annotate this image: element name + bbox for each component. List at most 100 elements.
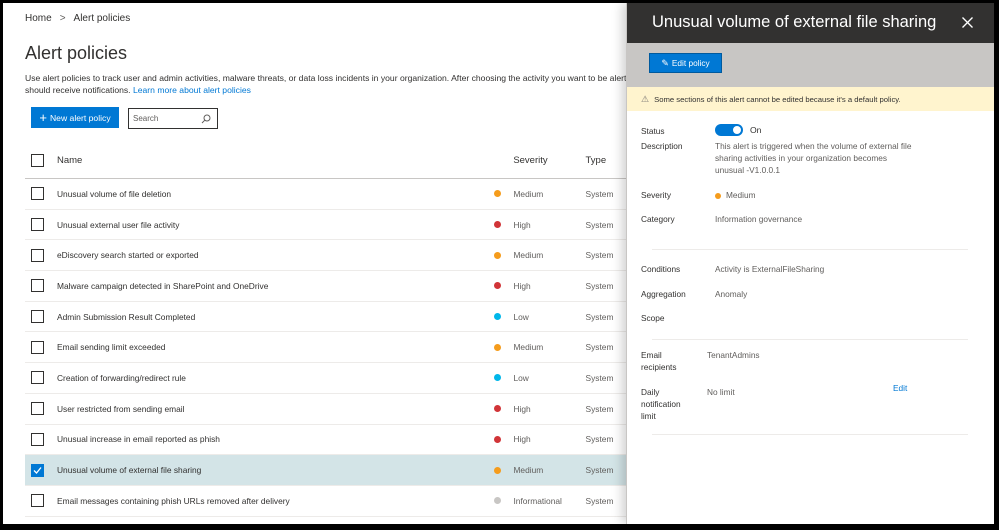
- table-row[interactable]: Messages have been delayedHighSystem: [25, 517, 635, 524]
- row-name[interactable]: Unusual volume of external file sharing: [57, 465, 494, 475]
- select-all-checkbox[interactable]: [31, 154, 44, 167]
- severity-dot-icon: [494, 282, 502, 290]
- breadcrumb: Home > Alert policies: [25, 13, 130, 24]
- status-toggle[interactable]: [715, 124, 743, 136]
- table-row[interactable]: Creation of forwarding/redirect rule Low S…: [25, 363, 635, 394]
- row-name[interactable]: Unusual increase in email reported as ph…: [57, 434, 494, 444]
- row-severity: High: [494, 220, 585, 230]
- checkmark-icon: [33, 466, 42, 474]
- severity-dot-icon: [494, 497, 502, 505]
- learn-more-link[interactable]: Learn more about alert policies: [133, 85, 251, 95]
- row-checkbox[interactable]: [31, 279, 44, 293]
- row-name[interactable]: Admin Submission Result Completed: [57, 312, 494, 322]
- email-recipients-value: TenantAdmins: [707, 350, 760, 360]
- row-checkbox[interactable]: [31, 310, 44, 324]
- page-title: Alert policies: [25, 43, 128, 63]
- row-checkbox[interactable]: [31, 432, 44, 446]
- daily-limit-label-3: limit: [641, 411, 656, 421]
- search-icon[interactable]: [199, 112, 213, 126]
- plus-icon: +: [39, 110, 47, 125]
- edit-policy-label: Edit policy: [671, 58, 710, 68]
- row-name[interactable]: User restricted from sending email: [57, 404, 494, 414]
- panel-header: Unusual volume of external file sharing: [627, 3, 994, 43]
- row-name[interactable]: Creation of forwarding/redirect rule: [57, 373, 494, 383]
- table-body: Unusual volume of file deletion Medium Sys…: [25, 179, 635, 524]
- row-severity: Medium: [494, 342, 585, 352]
- severity-dot-icon: [494, 221, 502, 229]
- new-alert-policy-button[interactable]: + New alert policy: [31, 107, 119, 128]
- row-checkbox[interactable]: [31, 187, 44, 201]
- table-row[interactable]: Unusual volume of file deletion Medium Sys…: [25, 179, 635, 210]
- aggregation-label: Aggregation: [641, 289, 686, 299]
- row-name[interactable]: Unusual external user file activity: [57, 220, 494, 230]
- warning-icon: ⚠: [641, 93, 650, 104]
- severity-dot-icon: [494, 190, 502, 198]
- panel-divider: [652, 339, 968, 340]
- table-header: Name Severity Type: [25, 143, 635, 179]
- table-row[interactable]: Admin Submission Result Completed Low Syst…: [25, 302, 635, 333]
- daily-limit-value: No limit: [707, 387, 735, 397]
- policy-details-panel: Unusual volume of external file sharing …: [626, 3, 994, 524]
- breadcrumb-home[interactable]: Home: [25, 13, 52, 24]
- search-placeholder: Search: [133, 114, 159, 123]
- row-name[interactable]: Unusual volume of file deletion: [57, 189, 494, 199]
- description-label: Description: [641, 141, 683, 151]
- severity-dot-icon: [494, 435, 502, 443]
- panel-command-bar: ✎ Edit policy: [627, 43, 994, 87]
- row-severity-text: High: [513, 219, 531, 230]
- panel-title: Unusual volume of external file sharing: [652, 13, 937, 31]
- breadcrumb-current: Alert policies: [73, 13, 131, 24]
- description-line-1: Use alert policies to track user and adm…: [25, 73, 627, 83]
- row-checkbox[interactable]: [31, 340, 44, 354]
- severity-label: Severity: [641, 190, 671, 200]
- email-recipients-label-2: recipients: [641, 362, 677, 372]
- row-severity-text: Low: [513, 311, 529, 322]
- table-row[interactable]: User restricted from sending email High Sy…: [25, 394, 635, 425]
- close-icon[interactable]: [957, 12, 977, 32]
- app-frame: Home > Alert policies Alert policies Use a…: [3, 3, 994, 524]
- pencil-icon: ✎: [661, 57, 669, 68]
- row-severity: High: [494, 404, 585, 414]
- row-name[interactable]: Malware campaign detected in SharePoint …: [57, 281, 494, 291]
- column-header-name[interactable]: Name: [57, 155, 494, 166]
- search-input[interactable]: Search: [128, 108, 218, 129]
- alert-policies-table: Name Severity Type Unusual volume of fil…: [25, 143, 635, 524]
- row-checkbox[interactable]: [31, 494, 44, 508]
- panel-divider: [652, 249, 968, 250]
- category-value: Information governance: [715, 214, 803, 224]
- table-row[interactable]: Unusual external user file activity High S…: [25, 210, 635, 241]
- table-row[interactable]: Unusual volume of external file sharing M…: [25, 455, 635, 486]
- daily-limit-label-1: Daily: [641, 387, 660, 397]
- row-name[interactable]: eDiscovery search started or exported: [57, 250, 494, 260]
- row-name[interactable]: Email sending limit exceeded: [57, 342, 494, 352]
- table-row[interactable]: eDiscovery search started or exported Med…: [25, 240, 635, 272]
- severity-dot-icon: [494, 313, 502, 321]
- edit-recipients-link[interactable]: Edit: [893, 383, 907, 393]
- table-row[interactable]: Email messages containing phish URLs rem…: [25, 486, 635, 517]
- email-recipients-label-1: Email: [641, 350, 662, 360]
- severity-dot-icon: [494, 466, 502, 474]
- row-checkbox[interactable]: [31, 463, 44, 477]
- row-severity: Medium: [494, 189, 585, 199]
- table-row[interactable]: Email sending limit exceeded Medium System: [25, 332, 635, 364]
- table-row[interactable]: Malware campaign detected in SharePoint …: [25, 271, 635, 302]
- conditions-label: Conditions: [641, 264, 681, 274]
- description-value-2: sharing activities in your organization …: [715, 153, 888, 163]
- row-severity-text: Medium: [513, 188, 544, 199]
- severity-dot-icon: [494, 374, 502, 382]
- row-checkbox[interactable]: [31, 248, 44, 262]
- row-checkbox[interactable]: [31, 218, 44, 232]
- page-description: Use alert policies to track user and adm…: [25, 72, 635, 96]
- warning-banner: ⚠ Some sections of this alert cannot be …: [627, 87, 994, 111]
- description-value-3: unusual -V1.0.0.1: [715, 165, 781, 175]
- row-severity-text: Medium: [513, 250, 544, 261]
- edit-policy-button[interactable]: ✎ Edit policy: [649, 53, 722, 73]
- severity-dot-icon: [494, 405, 502, 413]
- row-checkbox[interactable]: [31, 371, 44, 385]
- row-name[interactable]: Email messages containing phish URLs rem…: [57, 496, 494, 506]
- status-value: On: [750, 125, 762, 135]
- column-header-severity[interactable]: Severity: [494, 155, 585, 166]
- table-row[interactable]: Unusual increase in email reported as ph…: [25, 425, 635, 456]
- row-checkbox[interactable]: [31, 402, 44, 416]
- row-severity-text: High: [513, 434, 531, 445]
